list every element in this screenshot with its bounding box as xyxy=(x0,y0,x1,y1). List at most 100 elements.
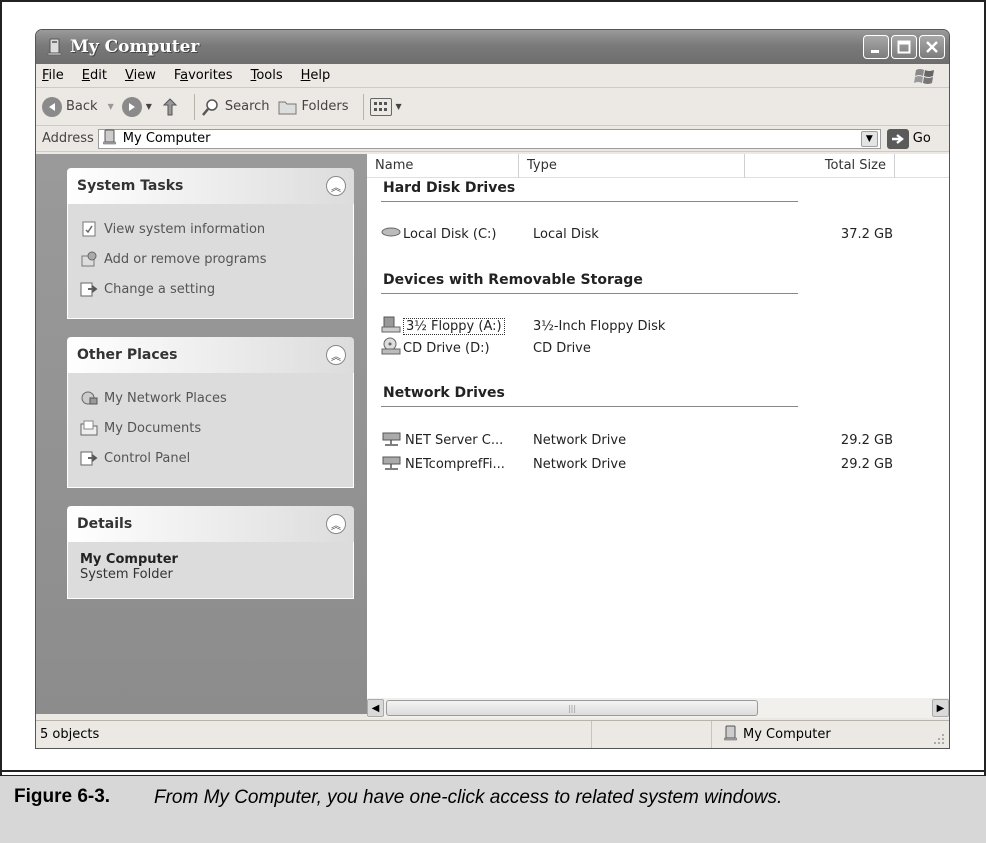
maximize-button[interactable] xyxy=(891,35,917,59)
forward-dropdown-icon[interactable]: ▼ xyxy=(146,102,152,111)
drive-row-netcompref[interactable]: NETcomprefFi... Network Drive 29.2 GB xyxy=(381,452,893,476)
drive-name: Local Disk (C:) xyxy=(403,226,497,242)
add-remove-programs-icon xyxy=(80,250,98,268)
collapse-chevron-icon[interactable]: ︽ xyxy=(326,345,346,365)
drive-name: 3½ Floppy (A:) xyxy=(403,317,505,335)
system-tasks-panel: System Tasks ︽ View system information A… xyxy=(67,168,354,319)
go-button[interactable]: Go xyxy=(886,128,931,149)
back-dropdown-icon[interactable]: ▼ xyxy=(108,102,114,111)
group-removable-storage: Devices with Removable Storage xyxy=(383,272,643,288)
collapse-chevron-icon[interactable]: ︽ xyxy=(326,176,346,196)
up-button[interactable] xyxy=(160,97,180,117)
my-documents-link[interactable]: My Documents xyxy=(80,413,343,443)
menu-view-rest: iew xyxy=(133,68,156,83)
system-info-icon xyxy=(80,220,98,238)
network-places-icon xyxy=(80,389,98,407)
details-type: System Folder xyxy=(80,567,173,582)
menu-edit[interactable]: Edit xyxy=(82,68,107,83)
folders-label: Folders xyxy=(301,99,349,114)
group-divider xyxy=(381,406,798,407)
menu-favorites[interactable]: Favorites xyxy=(174,68,233,83)
system-tasks-header[interactable]: System Tasks ︽ xyxy=(67,168,354,204)
details-body: My Computer System Folder xyxy=(67,542,354,599)
drive-type: Local Disk xyxy=(533,226,599,242)
other-places-header[interactable]: Other Places ︽ xyxy=(67,337,354,373)
forward-button[interactable]: ▼ xyxy=(121,96,152,117)
details-header[interactable]: Details ︽ xyxy=(67,506,354,542)
status-bar: 5 objects My Computer xyxy=(36,720,949,748)
maximize-icon xyxy=(897,40,911,54)
menu-tools[interactable]: Tools xyxy=(251,68,283,83)
drive-type: CD Drive xyxy=(533,340,591,356)
drive-size: 37.2 GB xyxy=(840,226,893,242)
go-arrow-icon xyxy=(886,128,909,149)
control-panel-link[interactable]: Control Panel xyxy=(80,443,343,473)
horizontal-scrollbar[interactable]: ◀ ||| ▶ xyxy=(367,698,949,718)
details-name: My Computer xyxy=(80,552,178,567)
menu-bar: File Edit View Favorites Tools Help xyxy=(36,64,949,88)
my-computer-icon xyxy=(46,38,64,56)
close-button[interactable] xyxy=(919,35,945,59)
task-label: Add or remove programs xyxy=(104,251,267,267)
menu-help[interactable]: Help xyxy=(301,68,331,83)
change-setting-link[interactable]: Change a setting xyxy=(80,274,343,304)
minimize-icon xyxy=(871,50,879,53)
status-location-label: My Computer xyxy=(743,727,831,742)
column-header-type[interactable]: Type xyxy=(519,153,745,178)
column-header-name[interactable]: Name xyxy=(367,153,519,178)
place-label: My Documents xyxy=(104,420,202,436)
column-header-total-size[interactable]: Total Size xyxy=(745,153,895,178)
my-computer-icon xyxy=(103,129,117,149)
drive-row-cd-d[interactable]: CD Drive (D:) CD Drive xyxy=(381,336,893,360)
search-icon xyxy=(201,97,221,117)
other-places-title: Other Places xyxy=(77,347,178,363)
drive-type: Network Drive xyxy=(533,456,627,472)
my-network-places-link[interactable]: My Network Places xyxy=(80,383,343,413)
back-label: Back xyxy=(66,99,98,114)
address-field[interactable]: My Computer ▼ xyxy=(97,128,881,149)
menu-edit-accel: E xyxy=(81,68,90,83)
address-dropdown-icon[interactable]: ▼ xyxy=(860,130,878,147)
menu-tools-rest: ools xyxy=(256,68,283,83)
drive-row-local-disk-c[interactable]: Local Disk (C:) Local Disk 37.2 GB xyxy=(381,222,893,246)
view-system-information-link[interactable]: View system information xyxy=(80,214,343,244)
drive-type: Network Drive xyxy=(533,432,627,448)
scroll-left-icon[interactable]: ◀ xyxy=(367,699,384,717)
group-divider xyxy=(381,293,798,294)
search-button[interactable]: Search xyxy=(201,97,270,117)
collapse-chevron-icon[interactable]: ︽ xyxy=(326,514,346,534)
back-arrow-icon xyxy=(42,96,62,117)
menu-view[interactable]: View xyxy=(125,68,156,83)
file-list-view[interactable]: Name Type Total Size Hard Disk Drives Lo… xyxy=(367,153,949,714)
scroll-right-icon[interactable]: ▶ xyxy=(932,699,949,717)
toolbar-separator xyxy=(362,93,364,120)
my-documents-icon xyxy=(80,419,98,437)
forward-arrow-icon xyxy=(121,96,142,117)
control-panel-icon xyxy=(80,280,98,298)
views-button[interactable]: ▼ xyxy=(369,97,402,116)
window-controls xyxy=(863,35,949,59)
network-drive-icon xyxy=(381,453,403,475)
drive-row-net-server[interactable]: NET Server C... Network Drive 29.2 GB xyxy=(381,428,893,452)
back-button[interactable]: Back ▼ xyxy=(42,96,114,117)
views-icon xyxy=(369,97,392,116)
menu-view-accel: V xyxy=(124,68,134,83)
minimize-button[interactable] xyxy=(863,35,889,59)
search-label: Search xyxy=(224,99,270,114)
address-value: My Computer xyxy=(122,131,211,146)
add-remove-programs-link[interactable]: Add or remove programs xyxy=(80,244,343,274)
address-label: Address xyxy=(42,131,94,146)
menu-file[interactable]: File xyxy=(42,68,64,83)
folders-button[interactable]: Folders xyxy=(278,97,349,117)
scrollbar-thumb[interactable]: ||| xyxy=(386,700,758,716)
my-computer-window: My Computer File Edit View Favorites Too… xyxy=(35,29,950,749)
go-label: Go xyxy=(912,131,931,146)
status-object-count: 5 objects xyxy=(36,721,592,748)
details-panel: Details ︽ My Computer System Folder xyxy=(67,506,354,599)
window-title: My Computer xyxy=(70,37,200,57)
task-pane: System Tasks ︽ View system information A… xyxy=(36,154,367,714)
resize-grip-icon[interactable] xyxy=(933,733,945,745)
drive-row-floppy-a[interactable]: 3½ Floppy (A:) 3½-Inch Floppy Disk xyxy=(381,314,893,338)
standard-toolbar: Back ▼ ▼ Search Folders ▼ xyxy=(36,88,949,126)
title-bar[interactable]: My Computer xyxy=(36,30,949,64)
